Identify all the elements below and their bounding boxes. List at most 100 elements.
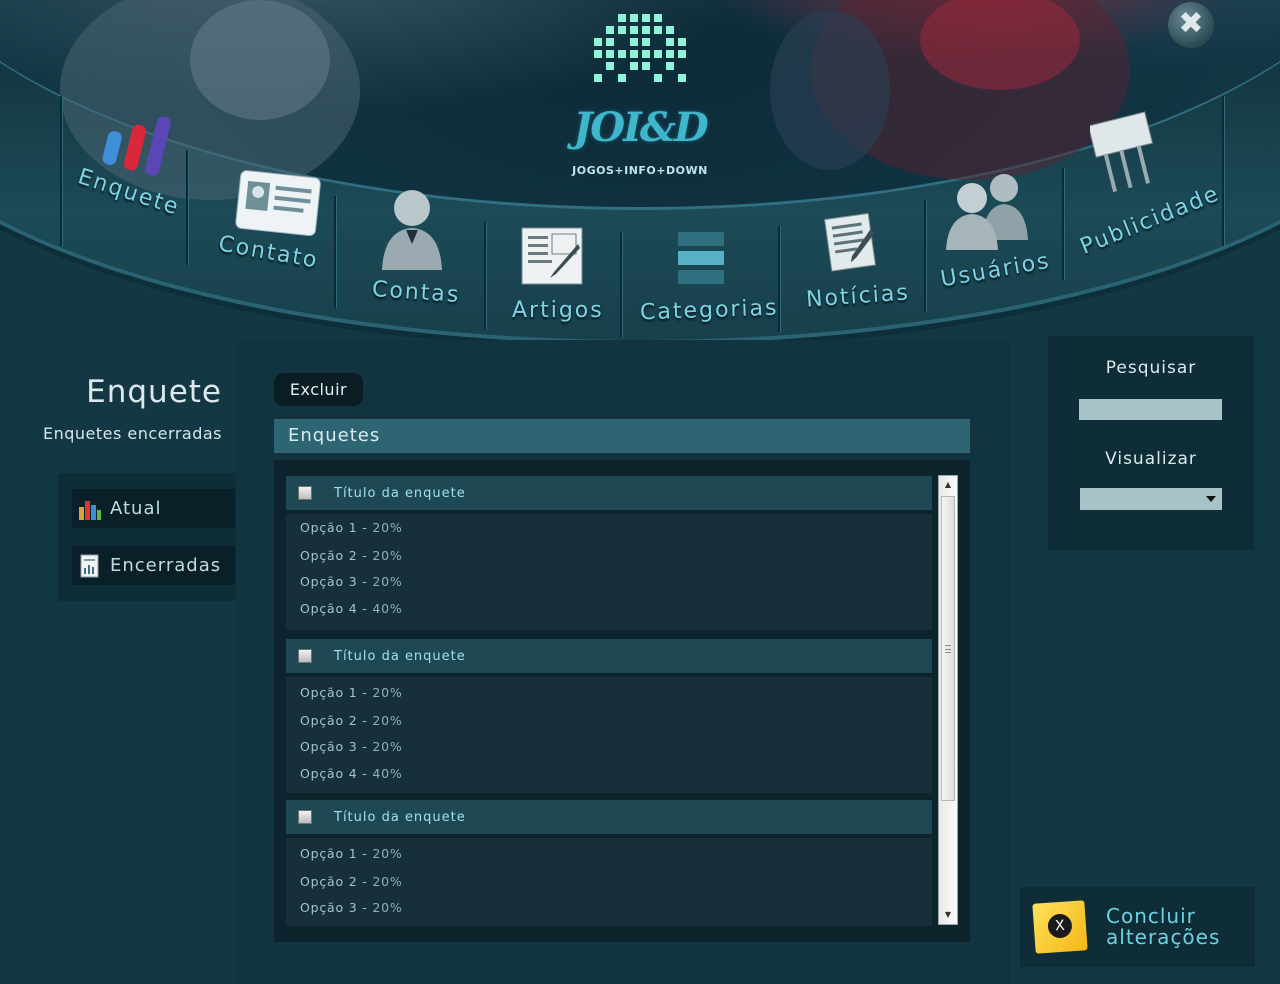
option-percent: 20% (372, 548, 403, 563)
option-separator: - (357, 846, 373, 861)
option-name: Opção 2 (300, 548, 358, 563)
nav-label-artigos: Artigos (512, 298, 604, 323)
option-name: Opção 3 (300, 574, 358, 589)
nav-item-usuarios[interactable]: Usuários (934, 166, 1060, 296)
main-content: Excluir Enquetes Título da enquete Opção… (236, 340, 1010, 984)
sidebar-item-label: Encerradas (110, 555, 222, 576)
option-separator: - (357, 739, 373, 754)
page-subtitle: Enquetes encerradas (42, 424, 222, 443)
sticky-note-icon: X (1032, 900, 1088, 954)
close-icon[interactable]: ✖ (1168, 2, 1214, 48)
option-percent: 40% (372, 601, 403, 616)
side-menu: Atual Encerradas (58, 473, 236, 601)
poll-option: Opção 4 - 40% (300, 766, 403, 781)
nav-separator (60, 96, 62, 246)
option-name: Opção 2 (300, 713, 358, 728)
nav-item-publicidade[interactable]: Publicidade (1072, 108, 1223, 260)
news-icon (824, 212, 876, 272)
search-label: Pesquisar (1105, 358, 1197, 378)
nav-item-contas[interactable]: Contas (352, 178, 472, 308)
scroll-up-icon[interactable]: ▲ (941, 478, 955, 492)
article-edit-icon (521, 227, 583, 285)
nav-item-noticias[interactable]: Notícias (790, 208, 918, 316)
poll-option: Opção 3 - 20% (300, 739, 403, 754)
bar-chart-icon (79, 500, 101, 520)
poll-checkbox[interactable] (298, 810, 312, 824)
logo-tagline: JOGOS+INFO+DOWN (572, 164, 708, 177)
polls-panel: Título da enquete Opção 1 - 20% Opção 2 … (274, 460, 970, 942)
nav-item-enquete[interactable]: Enquete (70, 100, 190, 230)
users-icon (946, 174, 1028, 250)
option-percent: 20% (372, 520, 403, 535)
nav-item-artigos[interactable]: Artigos (496, 218, 612, 330)
option-separator: - (357, 900, 373, 915)
search-input[interactable] (1079, 399, 1222, 420)
option-separator: - (357, 713, 373, 728)
nav-item-categorias[interactable]: Categorias (632, 226, 779, 330)
option-name: Opção 1 (300, 685, 358, 700)
nav-separator (334, 196, 336, 308)
finish-label: Concluir alterações (1106, 906, 1220, 948)
view-select[interactable] (1080, 488, 1222, 510)
sidebar-item-atual[interactable]: Atual (72, 489, 235, 528)
poll-option: Opção 3 - 20% (300, 900, 403, 915)
poll-option: Opção 1 - 20% (300, 520, 403, 535)
poll-header: Título da enquete (286, 639, 932, 673)
report-icon (80, 554, 99, 577)
nav-label-usuarios: Usuários (938, 248, 1053, 293)
poll-options: Opção 1 - 20% Opção 2 - 20% Opção 3 - 20… (286, 514, 932, 630)
nav-label-noticias: Notícias (805, 280, 911, 313)
nav-separator (1222, 96, 1224, 246)
poll-options: Opção 1 - 20% Opção 2 - 20% Opção 3 - 20… (286, 838, 932, 926)
poll-option: Opção 2 - 20% (300, 548, 403, 563)
poll-option: Opção 2 - 20% (300, 713, 403, 728)
poll-checkbox[interactable] (298, 486, 312, 500)
finish-changes-button[interactable]: X Concluir alterações (1020, 887, 1255, 967)
option-name: Opção 2 (300, 874, 358, 889)
sidebar-item-label: Atual (110, 498, 162, 519)
option-name: Opção 4 (300, 766, 358, 781)
option-name: Opção 3 (300, 900, 358, 915)
nav-separator (620, 232, 622, 338)
poll-title: Título da enquete (334, 485, 466, 501)
option-name: Opção 1 (300, 846, 358, 861)
delete-button[interactable]: Excluir (274, 373, 363, 406)
poll-checkbox[interactable] (298, 649, 312, 663)
site-logo: JOI&D JOGOS+INFO+DOWN (560, 6, 720, 182)
billboard-icon (1090, 111, 1154, 193)
option-separator: - (357, 601, 373, 616)
nav-separator (484, 222, 486, 330)
page-title: Enquete (86, 374, 222, 410)
poll-header: Título da enquete (286, 476, 932, 510)
user-icon (382, 190, 442, 270)
nav-separator (1062, 168, 1064, 280)
poll-title: Título da enquete (334, 809, 466, 825)
logo-dots-icon (594, 14, 686, 82)
polls-list: Título da enquete Opção 1 - 20% Opção 2 … (286, 476, 932, 926)
chevron-down-icon (1206, 496, 1216, 502)
poll-options: Opção 1 - 20% Opção 2 - 20% Opção 3 - 20… (286, 677, 932, 793)
option-percent: 20% (372, 713, 403, 728)
nav-separator (924, 200, 926, 312)
option-name: Opção 4 (300, 601, 358, 616)
poll-title: Título da enquete (334, 648, 466, 664)
option-name: Opção 3 (300, 739, 358, 754)
grip-icon (945, 645, 951, 653)
sidebar-item-encerradas[interactable]: Encerradas (72, 546, 235, 585)
vertical-scrollbar[interactable]: ▲ ▼ (938, 475, 958, 925)
close-circle-icon: X (1047, 913, 1073, 939)
option-percent: 20% (372, 874, 403, 889)
panel-title: Enquetes (274, 419, 970, 453)
id-card-icon (235, 170, 321, 237)
left-sidebar: Enquete Enquetes encerradas Atual Encerr… (0, 340, 236, 984)
option-name: Opção 1 (300, 520, 358, 535)
poll-option: Opção 1 - 20% (300, 846, 403, 861)
option-percent: 20% (372, 574, 403, 589)
poll-option: Opção 1 - 20% (300, 685, 403, 700)
filter-panel: Pesquisar Visualizar (1048, 336, 1254, 550)
nav-label-categorias: Categorias (639, 295, 779, 326)
scrollbar-thumb[interactable] (941, 496, 955, 801)
scroll-down-icon[interactable]: ▼ (941, 908, 955, 922)
nav-item-contato[interactable]: Contato (206, 160, 332, 280)
option-percent: 20% (372, 900, 403, 915)
